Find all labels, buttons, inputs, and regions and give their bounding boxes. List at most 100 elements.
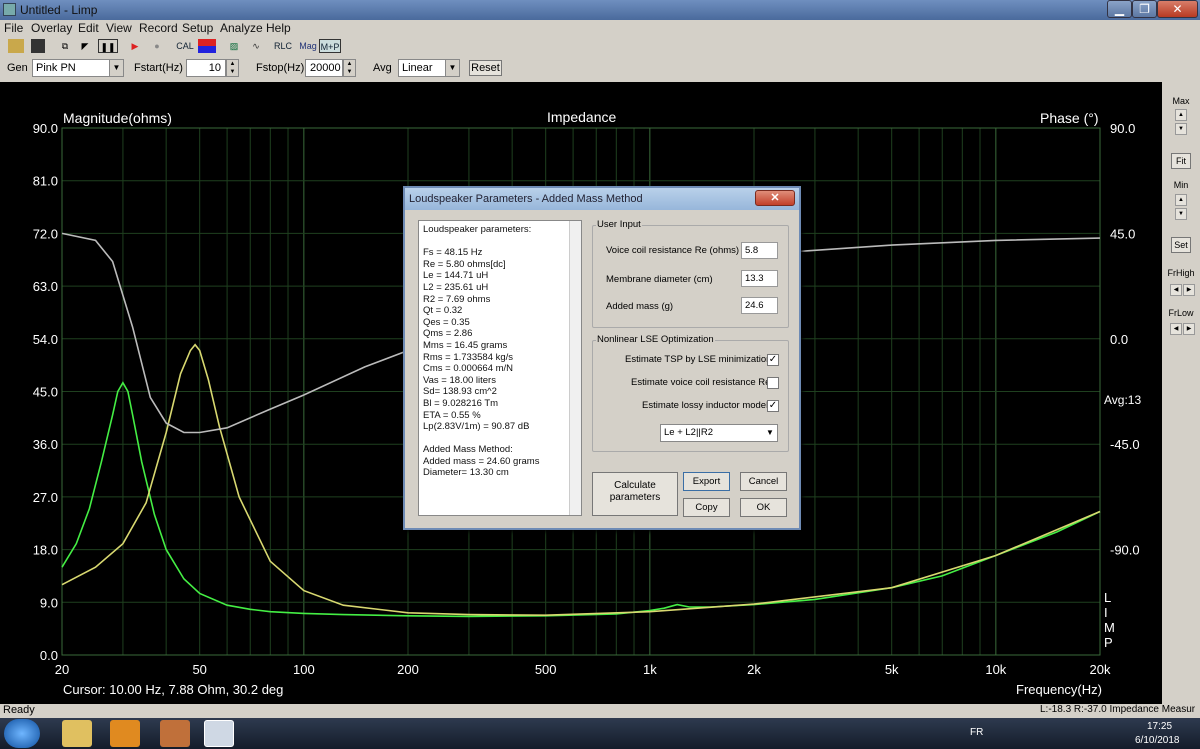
menu-record[interactable]: Record <box>139 21 178 35</box>
save-icon[interactable] <box>31 39 45 53</box>
limp-letter: P <box>1104 635 1113 650</box>
copy-icon[interactable]: ⧉ <box>58 39 72 53</box>
param-line: Added Mass Method: <box>423 444 513 456</box>
max-up-button[interactable]: ▲ <box>1175 109 1187 121</box>
x-tick-label: 20 <box>55 662 69 677</box>
set-button[interactable]: Set <box>1171 237 1191 253</box>
param-line: Cms = 0.000664 m/N <box>423 363 514 375</box>
added-mass-input[interactable]: 24.6 <box>741 297 778 314</box>
menu-help[interactable]: Help <box>266 21 291 35</box>
minimize-button[interactable]: ▁ <box>1107 0 1132 18</box>
y-left-tick-label: 18.0 <box>33 543 58 558</box>
explorer-icon[interactable] <box>62 720 92 747</box>
param-line: Le = 144.71 uH <box>423 270 489 282</box>
reset-button[interactable]: Reset <box>469 60 502 76</box>
max-down-button[interactable]: ▼ <box>1175 123 1187 135</box>
limp-taskbar-icon[interactable] <box>204 720 234 747</box>
gen-select[interactable]: Pink PN ▼ <box>32 59 124 77</box>
title-bar: Untitled - Limp ▁ ❐ ✕ <box>0 0 1200 20</box>
chk-tsp-label: Estimate TSP by LSE minimization <box>625 354 772 365</box>
language-indicator[interactable]: FR <box>970 727 983 738</box>
min-label: Min <box>1173 180 1189 190</box>
chart-title: Impedance <box>547 109 616 125</box>
wave-icon[interactable]: ∿ <box>248 39 264 53</box>
min-down-button[interactable]: ▼ <box>1175 208 1187 220</box>
param-line: Qms = 2.86 <box>423 328 473 340</box>
min-up-button[interactable]: ▲ <box>1175 194 1187 206</box>
rlc-button[interactable]: RLC <box>272 39 294 53</box>
color-icon[interactable] <box>198 39 216 53</box>
menu-bar: File Overlay Edit View Record Setup Anal… <box>0 20 1200 37</box>
frhigh-right-button[interactable]: ▶ <box>1183 284 1195 296</box>
app-icon-taskbar[interactable] <box>160 720 190 747</box>
diameter-input[interactable]: 13.3 <box>741 270 778 287</box>
cursor-icon[interactable]: ◤ <box>78 39 92 53</box>
params-scrollbar[interactable] <box>569 221 581 515</box>
play-icon[interactable]: ▶ <box>128 39 142 53</box>
frlow-left-button[interactable]: ◀ <box>1170 323 1182 335</box>
y-left-tick-label: 0.0 <box>40 648 58 663</box>
menu-edit[interactable]: Edit <box>78 21 99 35</box>
fstop-input[interactable]: 20000 <box>305 59 343 77</box>
right-axis-title: Phase (°) <box>1040 110 1099 126</box>
avg-select[interactable]: Linear ▼ <box>398 59 460 77</box>
dialog-close-button[interactable]: ✕ <box>755 190 795 206</box>
fstart-stepper[interactable]: ▲ ▼ <box>226 59 239 77</box>
record-icon[interactable]: ● <box>150 39 164 53</box>
chk-re-label: Estimate voice coil resistance Re <box>631 377 771 388</box>
param-line: Added mass = 24.60 grams <box>423 455 540 467</box>
mp-button[interactable]: M+P <box>319 39 341 53</box>
param-line <box>423 433 577 445</box>
ok-button[interactable]: OK <box>740 498 787 517</box>
max-label: Max <box>1172 96 1190 106</box>
menu-view[interactable]: View <box>106 21 132 35</box>
frhigh-left-button[interactable]: ◀ <box>1170 284 1182 296</box>
cancel-button[interactable]: Cancel <box>740 472 787 491</box>
fstop-stepper[interactable]: ▲ ▼ <box>343 59 356 77</box>
diameter-label: Membrane diameter (cm) <box>606 274 713 285</box>
menu-overlay[interactable]: Overlay <box>31 21 72 35</box>
media-player-icon[interactable] <box>110 720 140 747</box>
clock-date[interactable]: 6/10/2018 <box>1135 735 1180 746</box>
fit-button[interactable]: Fit <box>1171 153 1191 169</box>
tsp-checkbox[interactable]: ✓ <box>767 354 779 366</box>
filter-icon[interactable]: ▨ <box>226 39 242 53</box>
pause-icon[interactable]: ❚❚ <box>98 39 118 53</box>
mag-button[interactable]: Mag <box>298 39 318 53</box>
frhigh-label: FrHigh <box>1167 268 1195 278</box>
status-text: Ready <box>3 704 35 716</box>
status-bar: Ready L:-18.3 R:-37.0 Impedance Measur <box>0 704 1200 718</box>
right-panel: Max ▲ ▼ Fit Min ▲ ▼ Set FrHigh ◀ ▶ FrLow… <box>1162 82 1200 704</box>
inductor-checkbox[interactable]: ✓ <box>767 400 779 412</box>
window-title: Untitled - Limp <box>20 3 98 17</box>
parameters-textbox[interactable]: Loudspeaker parameters: Fs = 48.15 Hz Re… <box>418 220 582 516</box>
cal-button[interactable]: CAL <box>175 39 195 53</box>
gen-label: Gen <box>7 62 28 74</box>
open-icon[interactable] <box>8 39 24 53</box>
fstart-label: Fstart(Hz) <box>134 62 183 74</box>
menu-setup[interactable]: Setup <box>182 21 213 35</box>
export-button[interactable]: Export <box>683 472 730 491</box>
re-label: Voice coil resistance Re (ohms) <box>606 245 740 256</box>
close-window-button[interactable]: ✕ <box>1157 0 1198 18</box>
model-select[interactable]: Le + L2||R2 ▼ <box>660 424 778 442</box>
clock-time[interactable]: 17:25 <box>1147 721 1172 732</box>
param-line: Lp(2.83V/1m) = 90.87 dB <box>423 421 530 433</box>
y-right-tick-label: 90.0 <box>1110 121 1135 136</box>
param-line: Qt = 0.32 <box>423 305 463 317</box>
taskbar: FR 17:25 6/10/2018 <box>0 718 1200 749</box>
frlow-right-button[interactable]: ▶ <box>1183 323 1195 335</box>
param-line: Loudspeaker parameters: <box>423 224 532 235</box>
copy-button[interactable]: Copy <box>683 498 730 517</box>
fstart-input[interactable]: 10 <box>186 59 226 77</box>
calculate-parameters-button[interactable]: Calculate parameters <box>592 472 678 516</box>
param-line: Re = 5.80 ohms[dc] <box>423 258 506 270</box>
x-tick-label: 5k <box>885 662 899 677</box>
chevron-down-icon: ▼ <box>445 60 459 76</box>
maximize-button[interactable]: ❐ <box>1132 0 1157 18</box>
start-button[interactable] <box>4 719 40 748</box>
menu-file[interactable]: File <box>4 21 23 35</box>
re-input[interactable]: 5.8 <box>741 242 778 259</box>
menu-analyze[interactable]: Analyze <box>220 21 263 35</box>
re-checkbox[interactable] <box>767 377 779 389</box>
